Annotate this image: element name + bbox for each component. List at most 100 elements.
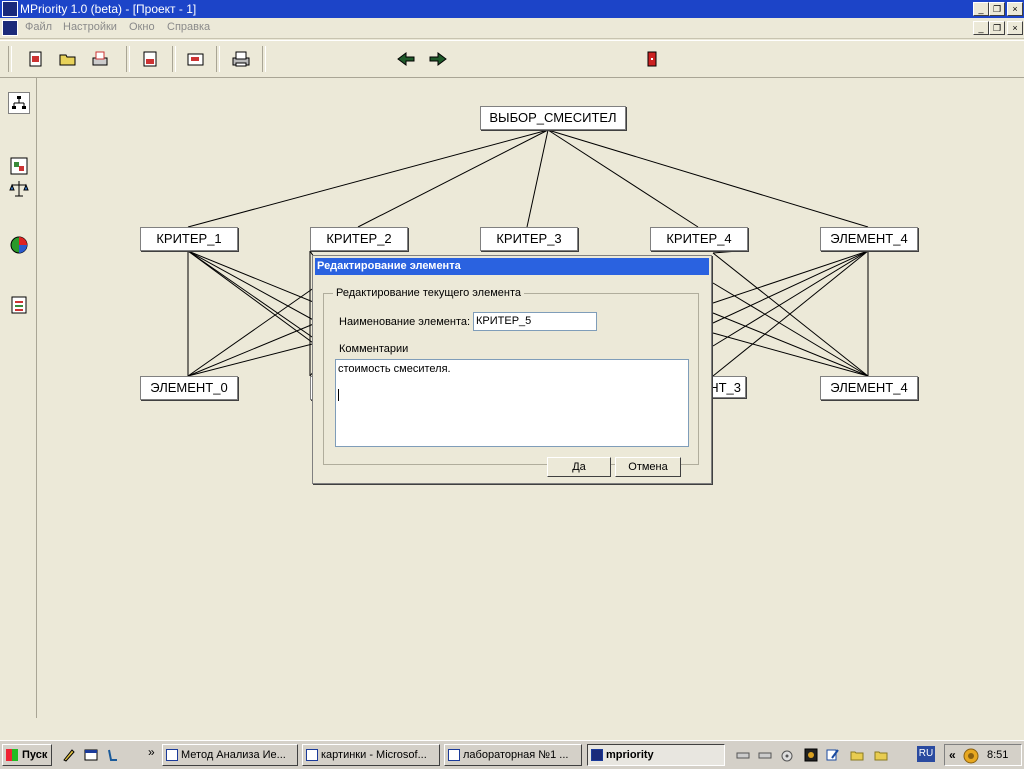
report-icon[interactable]	[8, 294, 30, 316]
task-label: mpriority	[606, 749, 654, 761]
link-criterion-alternative	[712, 312, 869, 377]
link-criterion-alternative	[712, 250, 869, 304]
criterion-node[interactable]: КРИТЕР_2	[310, 227, 408, 251]
restore-button[interactable]: ❐	[989, 2, 1005, 16]
cdrom-icon[interactable]	[780, 748, 794, 762]
link-criterion-alternative	[712, 332, 869, 377]
element-name-input[interactable]: КРИТЕР_5	[473, 312, 597, 331]
comments-label: Комментарии	[339, 343, 409, 355]
link-criterion-alternative	[187, 339, 329, 377]
text-caret	[338, 389, 339, 401]
edit-pen-icon[interactable]	[62, 748, 76, 762]
folder-icon[interactable]	[874, 748, 888, 762]
doc-close-button[interactable]: ×	[1007, 21, 1023, 35]
link-goal-criterion-4	[547, 129, 699, 228]
close-button[interactable]: ×	[1007, 2, 1023, 16]
mpriority-app-icon	[591, 749, 603, 761]
alternative-node[interactable]: ЭЛЕМЕНТ_0	[140, 376, 238, 400]
start-label: Пуск	[22, 749, 48, 761]
minimize-button[interactable]: _	[973, 2, 989, 16]
desktop-window-icon[interactable]	[84, 748, 98, 762]
word-document-icon	[306, 749, 318, 761]
link-criterion-alternative	[712, 250, 739, 254]
link-criterion-alternative	[712, 282, 869, 377]
element-name-label: Наименование элемента:	[339, 316, 471, 328]
criterion-node[interactable]: КРИТЕР_4	[650, 227, 748, 251]
task-button[interactable]: Метод Анализа Ие...	[162, 744, 298, 766]
print-preview-icon[interactable]	[90, 50, 110, 68]
drive-icon[interactable]	[758, 748, 772, 762]
save-icon[interactable]	[141, 50, 161, 68]
criterion-node[interactable]: КРИТЕР_3	[480, 227, 578, 251]
toolbar	[0, 40, 1024, 78]
task-button-active[interactable]: mpriority	[587, 744, 725, 766]
edit-card-icon[interactable]	[186, 50, 206, 68]
goal-node[interactable]: ВЫБОР_СМЕСИТЕЛ	[480, 106, 626, 130]
language-indicator[interactable]: RU	[917, 746, 935, 762]
task-label: Метод Анализа Ие...	[181, 749, 286, 761]
compare-matrix-icon[interactable]	[8, 155, 30, 177]
program-icon[interactable]	[804, 748, 818, 762]
document-icon[interactable]	[2, 20, 18, 36]
criterion-node[interactable]: КРИТЕР_1	[140, 227, 238, 251]
menu-file[interactable]: Файл	[25, 21, 52, 33]
app-icon[interactable]	[2, 1, 18, 17]
folder-icon[interactable]	[850, 748, 864, 762]
ok-button[interactable]: Да	[547, 457, 611, 477]
task-button[interactable]: картинки - Microsof...	[302, 744, 440, 766]
drive-icon[interactable]	[736, 748, 750, 762]
start-button[interactable]: Пуск	[2, 744, 52, 766]
toolbar-separator	[262, 46, 266, 72]
taskbar: Пуск » Метод Анализа Ие... картинки - Mi…	[0, 740, 1024, 769]
windows-logo-icon	[6, 749, 18, 761]
hierarchy-tree-icon[interactable]	[8, 92, 30, 114]
quicklaunch-chevron[interactable]: »	[148, 745, 155, 759]
link-goal-criterion-5	[547, 129, 869, 228]
media-tool-icon[interactable]	[106, 748, 120, 762]
menu-help[interactable]: Справка	[167, 21, 210, 33]
criterion-node[interactable]: ЭЛЕМЕНТ_4	[820, 227, 918, 251]
link-goal-criterion-2	[357, 129, 549, 228]
word-document-icon	[166, 749, 178, 761]
task-button[interactable]: лабораторная №1 ...	[444, 744, 582, 766]
link-criterion-alternative	[712, 250, 869, 324]
left-tool-panel	[0, 78, 37, 718]
edit-icon[interactable]	[826, 748, 840, 762]
menu-settings[interactable]: Настройки	[63, 21, 117, 33]
toolbar-separator	[216, 46, 220, 72]
group-label: Редактирование текущего элемента	[333, 287, 525, 299]
menu-window[interactable]: Окно	[129, 21, 155, 33]
edit-element-dialog: Редактирование элемента Редактирование т…	[312, 255, 712, 484]
exit-door-icon[interactable]	[642, 50, 662, 68]
alternative-node[interactable]: ЭЛЕМЕНТ_4	[820, 376, 918, 400]
balance-scale-icon[interactable]	[8, 178, 30, 200]
clock: 8:51	[987, 749, 1009, 761]
arrow-forward-icon[interactable]	[428, 50, 448, 68]
word-document-icon	[448, 749, 460, 761]
menu-bar: Файл Настройки Окно Справка _ ❐ ×	[0, 18, 1024, 39]
toolbar-separator	[126, 46, 130, 72]
tray-chevron[interactable]: «	[949, 748, 956, 762]
system-tray: « 8:51	[944, 744, 1022, 766]
link-criterion-alternative	[712, 250, 869, 347]
printer-icon[interactable]	[231, 50, 251, 68]
doc-minimize-button[interactable]: _	[973, 21, 989, 35]
task-label: картинки - Microsof...	[321, 749, 427, 761]
tray-app-icon[interactable]	[963, 748, 979, 764]
title-bar[interactable]: MPriority 1.0 (beta) - [Проект - 1] _ ❐ …	[0, 0, 1024, 18]
doc-restore-button[interactable]: ❐	[989, 21, 1005, 35]
open-folder-icon[interactable]	[58, 50, 78, 68]
dialog-title[interactable]: Редактирование элемента	[315, 258, 709, 275]
toolbar-separator	[8, 46, 12, 72]
link-goal-criterion-1	[187, 129, 549, 228]
comments-textarea[interactable]: стоимость смесителя.	[335, 359, 689, 447]
arrow-back-icon[interactable]	[396, 50, 416, 68]
link-goal-criterion-3	[526, 129, 549, 228]
link-criterion-alternative	[187, 250, 329, 329]
pie-chart-icon[interactable]	[8, 234, 30, 256]
new-document-icon[interactable]	[26, 50, 46, 68]
cancel-button[interactable]: Отмена	[615, 457, 681, 477]
comments-text: стоимость смесителя.	[338, 363, 451, 375]
toolbar-separator	[172, 46, 176, 72]
task-label: лабораторная №1 ...	[463, 749, 569, 761]
